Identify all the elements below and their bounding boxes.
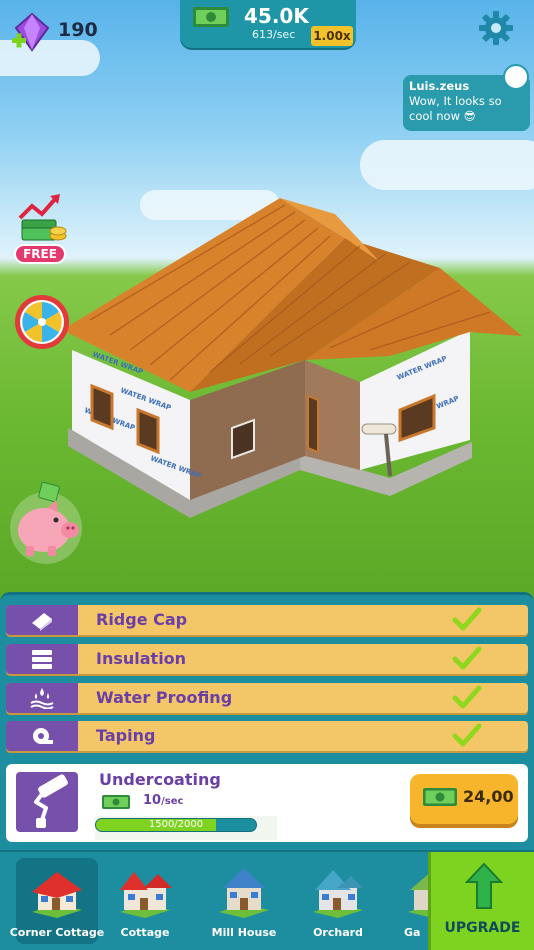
house-label: Cottage: [120, 926, 170, 939]
upgrade-label: UPGRADE: [444, 920, 521, 936]
ridge-cap-icon: [32, 613, 52, 631]
free-cash-button[interactable]: FREE: [12, 192, 70, 266]
current-task-title: Undercoating: [99, 770, 221, 789]
current-task-rate: 10/sec: [143, 793, 183, 808]
checkmark-icon: [452, 723, 482, 747]
buy-upgrade-button[interactable]: 24,00: [410, 774, 518, 824]
cash-amount: 45.0K: [244, 4, 309, 28]
checkmark-icon: [452, 685, 482, 709]
cash-stack-icon: [18, 194, 67, 241]
cash-bill-icon: [102, 795, 130, 809]
cash-bill-icon: [423, 788, 457, 806]
cottage-icon: [120, 872, 172, 918]
multiplier-badge[interactable]: 1.00x: [311, 26, 353, 46]
task-row-water-proofing: Water Proofing: [6, 683, 528, 713]
house-label: Mill House: [211, 926, 277, 939]
checkmark-icon: [452, 646, 482, 670]
house-tab-cottage[interactable]: Cottage: [104, 858, 186, 944]
house-tab-partial[interactable]: Ga: [392, 858, 428, 944]
rate-unit: /sec: [161, 796, 184, 807]
chat-message: Wow, It looks so cool now 😎: [409, 94, 502, 123]
price-label: 24,00: [463, 787, 514, 806]
checkmark-icon: [452, 607, 482, 631]
mill-house-icon: [219, 868, 269, 918]
free-label: FREE: [14, 244, 66, 264]
rate-value: 10: [143, 793, 162, 808]
task-row-taping: Taping: [6, 721, 528, 751]
house-label: Ga: [404, 926, 421, 939]
progress-bar: 1500/2000: [95, 818, 257, 832]
task-row-ridge-cap: Ridge Cap: [6, 605, 528, 635]
tape-roll-icon: [33, 728, 53, 744]
task-row-insulation: Insulation: [6, 644, 528, 674]
task-label: Insulation: [96, 649, 187, 668]
arrow-up-icon: [465, 862, 503, 909]
gems-counter[interactable]: 190: [6, 12, 100, 52]
cash-bill-icon: [193, 7, 229, 27]
house-tab-orchard[interactable]: Orchard: [297, 858, 379, 944]
cash-panel: 45.0K 613/sec 1.00x: [180, 0, 356, 48]
current-task-card: Undercoating 10/sec 1500/2000 24,00: [6, 764, 528, 842]
task-label: Taping: [96, 726, 156, 745]
house-label: Orchard: [313, 926, 363, 939]
house-tab-corner-cottage[interactable]: Corner Cottage: [10, 858, 104, 944]
spin-wheel-icon[interactable]: [14, 294, 70, 350]
corner-cottage-icon: [32, 872, 82, 918]
house-icon: [408, 874, 428, 917]
insulation-icon: [32, 650, 52, 669]
paint-roller-icon: [34, 774, 68, 828]
avatar: [503, 64, 529, 90]
cash-rate: 613/sec: [252, 28, 296, 41]
gear-icon[interactable]: [478, 10, 514, 46]
gem-count: 190: [58, 19, 98, 41]
house-label: Corner Cottage: [9, 926, 105, 939]
water-drops-icon: [30, 688, 54, 709]
gem-icon: [12, 12, 50, 52]
orchard-icon: [313, 870, 363, 918]
house-tab-mill-house[interactable]: Mill House: [203, 858, 285, 944]
upgrade-button[interactable]: UPGRADE: [428, 852, 534, 950]
task-label: Water Proofing: [96, 688, 233, 707]
piggy-bank-icon[interactable]: [8, 478, 84, 568]
task-label: Ridge Cap: [96, 610, 188, 629]
progress-text: 1500/2000: [148, 819, 204, 830]
